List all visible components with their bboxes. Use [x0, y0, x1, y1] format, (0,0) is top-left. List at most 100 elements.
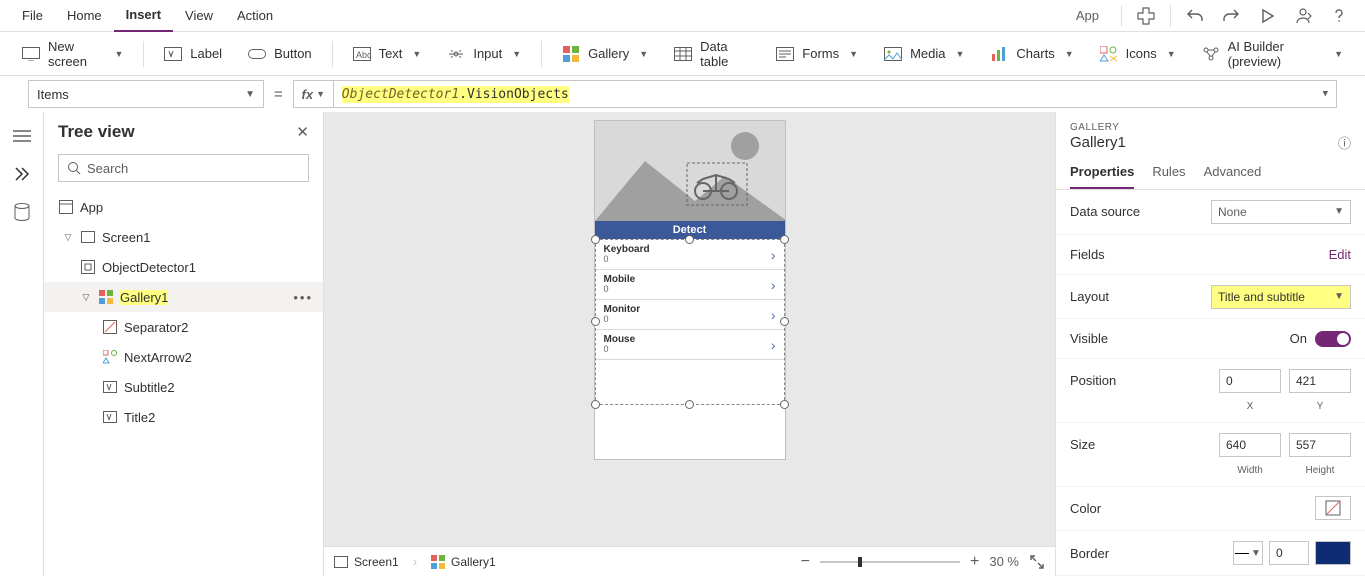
item-sub: 0	[604, 285, 636, 294]
tree-node-separator2[interactable]: Separator2	[44, 312, 323, 342]
width-label: Width	[1219, 465, 1281, 476]
breadcrumb-screen[interactable]: Screen1	[334, 555, 399, 569]
position-y-input[interactable]: 421	[1289, 369, 1351, 393]
app-label[interactable]: App	[1062, 8, 1113, 23]
tree-node-subtitle2[interactable]: Subtitle2	[44, 372, 323, 402]
health-icon[interactable]	[1130, 2, 1162, 30]
border-width-input[interactable]: 0	[1269, 541, 1309, 565]
row-label: Data source	[1070, 204, 1140, 219]
tab-advanced[interactable]: Advanced	[1204, 164, 1262, 189]
canvas-stage[interactable]: Detect Keyboard0› Mobile0› Monitor0› Mou…	[324, 112, 1055, 546]
gallery-button[interactable]: Gallery ▼	[552, 38, 658, 70]
tab-properties[interactable]: Properties	[1070, 164, 1134, 189]
visible-toggle[interactable]	[1315, 331, 1351, 347]
tree-view-icon[interactable]	[12, 164, 32, 184]
undo-icon[interactable]	[1179, 2, 1211, 30]
property-dropdown[interactable]: Items ▼	[28, 80, 264, 108]
border-color-swatch[interactable]	[1315, 541, 1351, 565]
gallery-item[interactable]: Mouse0›	[596, 330, 784, 360]
zoom-out-button[interactable]: −	[801, 553, 810, 571]
row-label: Fields	[1070, 247, 1105, 262]
resize-handle[interactable]	[780, 235, 789, 244]
input-icon	[447, 46, 465, 62]
resize-handle[interactable]	[591, 317, 600, 326]
resize-handle[interactable]	[685, 400, 694, 409]
help-icon[interactable]	[1323, 2, 1355, 30]
chevron-right-icon[interactable]: ›	[771, 307, 776, 323]
forms-button[interactable]: Forms ▼	[766, 38, 868, 70]
data-source-dropdown[interactable]: None ▼	[1211, 200, 1351, 224]
width-input[interactable]: 640	[1219, 433, 1281, 457]
fields-edit-link[interactable]: Edit	[1329, 247, 1351, 262]
row-data-source: Data source None ▼	[1056, 190, 1365, 235]
menu-file[interactable]: File	[10, 0, 55, 32]
chevron-right-icon[interactable]: ›	[771, 247, 776, 263]
menu-action[interactable]: Action	[225, 0, 285, 32]
close-icon[interactable]: ✕	[296, 123, 309, 141]
fullscreen-icon[interactable]	[1029, 554, 1045, 570]
tree-node-nextarrow2[interactable]: NextArrow2	[44, 342, 323, 372]
data-table-button[interactable]: Data table	[664, 38, 760, 70]
icons-button[interactable]: Icons ▼	[1090, 38, 1186, 70]
menu-home[interactable]: Home	[55, 0, 114, 32]
tree-node-title2[interactable]: Title2	[44, 402, 323, 432]
height-input[interactable]: 557	[1289, 433, 1351, 457]
tree-node-gallery1[interactable]: ▽ Gallery1 •••	[44, 282, 323, 312]
zoom-thumb[interactable]	[858, 557, 862, 567]
breadcrumb-gallery[interactable]: Gallery1	[431, 555, 496, 569]
play-icon[interactable]	[1251, 2, 1283, 30]
chevron-down-icon: ▼	[1065, 49, 1074, 59]
menu-insert[interactable]: Insert	[114, 0, 173, 32]
redo-icon[interactable]	[1215, 2, 1247, 30]
chevron-right-icon[interactable]: ›	[771, 277, 776, 293]
help-icon[interactable]: ⓘ	[1338, 133, 1351, 152]
tree-list: App ▽ Screen1 ObjectDetector1 ▽ Gallery1…	[44, 192, 323, 576]
position-x-input[interactable]: 0	[1219, 369, 1281, 393]
screen-icon	[22, 46, 40, 62]
ai-builder-button[interactable]: AI Builder (preview) ▼	[1192, 38, 1353, 70]
resize-handle[interactable]	[780, 317, 789, 326]
object-detector-icon	[80, 259, 96, 275]
layout-dropdown[interactable]: Title and subtitle ▼	[1211, 285, 1351, 309]
gallery-selection[interactable]: Keyboard0› Mobile0› Monitor0› Mouse0›	[595, 239, 785, 405]
charts-button[interactable]: Charts ▼	[980, 38, 1083, 70]
tree-search-input[interactable]: Search	[58, 154, 309, 182]
expand-icon[interactable]: ▽	[62, 232, 74, 243]
more-icon[interactable]: •••	[293, 290, 313, 305]
tree-node-screen1[interactable]: ▽ Screen1	[44, 222, 323, 252]
button-button[interactable]: Button	[238, 38, 322, 70]
menu-view[interactable]: View	[173, 0, 225, 32]
color-swatch[interactable]	[1315, 496, 1351, 520]
tab-rules[interactable]: Rules	[1152, 164, 1185, 189]
tree-node-objectdetector[interactable]: ObjectDetector1	[44, 252, 323, 282]
divider	[541, 41, 542, 67]
label-button[interactable]: Label	[154, 38, 232, 70]
border-style-dropdown[interactable]: ▼	[1233, 541, 1263, 565]
item-sub: 0	[604, 255, 650, 264]
input-button[interactable]: Input ▼	[437, 38, 531, 70]
text-label: Text	[379, 46, 403, 61]
gallery-item[interactable]: Monitor0›	[596, 300, 784, 330]
gallery-item[interactable]: Keyboard0›	[596, 240, 784, 270]
phone-preview[interactable]: Detect Keyboard0› Mobile0› Monitor0› Mou…	[594, 120, 786, 460]
formula-input[interactable]: ObjectDetector1.VisionObjects ▼	[333, 80, 1337, 108]
new-screen-button[interactable]: New screen ▼	[12, 38, 133, 70]
chevron-down-icon: ▼	[955, 49, 964, 59]
share-icon[interactable]	[1287, 2, 1319, 30]
resize-handle[interactable]	[685, 235, 694, 244]
chevron-right-icon[interactable]: ›	[771, 337, 776, 353]
expand-icon[interactable]: ▽	[80, 292, 92, 303]
resize-handle[interactable]	[780, 400, 789, 409]
text-button[interactable]: Abc Text ▼	[343, 38, 432, 70]
tree-node-app[interactable]: App	[44, 192, 323, 222]
hamburger-icon[interactable]	[12, 126, 32, 146]
media-button[interactable]: Media ▼	[874, 38, 974, 70]
resize-handle[interactable]	[591, 400, 600, 409]
fx-button[interactable]: fx▼	[293, 80, 333, 108]
resize-handle[interactable]	[591, 235, 600, 244]
zoom-in-button[interactable]: +	[970, 553, 979, 571]
data-icon[interactable]	[12, 202, 32, 222]
zoom-slider[interactable]	[820, 561, 960, 563]
gallery-item[interactable]: Mobile0›	[596, 270, 784, 300]
search-icon	[67, 161, 81, 175]
